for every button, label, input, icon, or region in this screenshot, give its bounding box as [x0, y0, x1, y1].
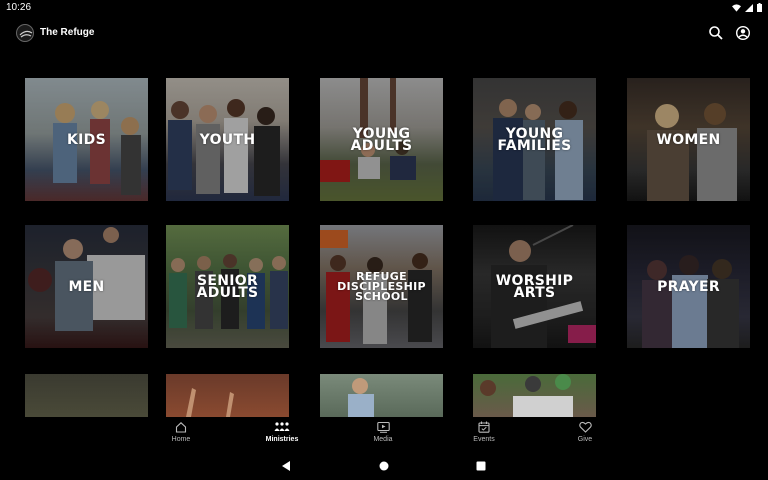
ministry-tile[interactable] — [25, 374, 148, 417]
status-time: 10:26 — [6, 2, 32, 13]
nav-give[interactable]: Give — [555, 421, 615, 453]
system-navigation-bar — [0, 453, 768, 480]
ministry-tile[interactable] — [166, 374, 289, 417]
search-icon[interactable] — [708, 25, 724, 41]
ministry-tile-senior-adults[interactable]: SENIOR ADULTS — [166, 225, 289, 348]
app-title: The Refuge — [40, 27, 95, 38]
media-icon — [376, 421, 390, 433]
battery-icon — [757, 3, 762, 12]
nav-label: Ministries — [265, 436, 299, 443]
ministry-label: WOMEN — [656, 131, 721, 148]
nav-label: Media — [373, 436, 393, 443]
recents-icon[interactable] — [475, 460, 487, 472]
signal-icon — [745, 3, 753, 12]
nav-ministries[interactable]: Ministries — [252, 421, 312, 453]
ministry-tile-worship-arts[interactable]: WORSHIP ARTS — [473, 225, 596, 348]
ministry-tile-young-families[interactable]: YOUNG FAMILIES — [473, 78, 596, 201]
nav-home[interactable]: Home — [151, 421, 211, 453]
status-bar: 10:26 — [0, 0, 768, 16]
ministry-tile-refuge-discipleship-school[interactable]: REFUGE DISCIPLESHIP SCHOOL — [320, 225, 443, 348]
ministry-label: PRAYER — [657, 278, 720, 295]
ministry-tile-youth[interactable]: YOUTH — [166, 78, 289, 201]
ministry-label: WORSHIP ARTS — [495, 272, 574, 301]
ministry-tile-women[interactable]: WOMEN — [627, 78, 750, 201]
ministry-tile[interactable] — [473, 374, 596, 417]
ministry-tile-men[interactable]: MEN — [25, 225, 148, 348]
ministry-label: YOUNG FAMILIES — [497, 125, 572, 154]
church-logo-icon — [16, 24, 34, 42]
ministry-label: MEN — [68, 278, 105, 295]
nav-events[interactable]: Events — [454, 421, 514, 453]
events-icon — [478, 421, 490, 433]
home-circle-icon[interactable] — [378, 460, 390, 472]
nav-label: Events — [473, 436, 495, 443]
account-icon[interactable] — [735, 25, 751, 41]
ministry-tile-kids[interactable]: KIDS — [25, 78, 148, 201]
ministry-label: YOUNG ADULTS — [350, 125, 413, 154]
status-icons — [732, 3, 762, 12]
ministry-tile-prayer[interactable]: PRAYER — [627, 225, 750, 348]
nav-media[interactable]: Media — [353, 421, 413, 453]
ministry-tile-young-adults[interactable]: YOUNG ADULTS — [320, 78, 443, 201]
wifi-icon — [732, 3, 741, 12]
home-icon — [175, 422, 187, 433]
ministries-icon — [274, 422, 290, 431]
heart-icon — [578, 421, 592, 433]
ministry-label: REFUGE DISCIPLESHIP SCHOOL — [337, 269, 426, 303]
ministry-label: YOUTH — [199, 131, 256, 148]
ministry-label: KIDS — [67, 131, 106, 148]
app-bar: The Refuge — [0, 16, 768, 52]
nav-label: Give — [577, 436, 593, 443]
back-icon[interactable] — [280, 460, 292, 472]
ministry-tile[interactable] — [320, 374, 443, 417]
bottom-navigation: Home Ministries Media Events Give — [0, 417, 768, 453]
ministry-label: SENIOR ADULTS — [196, 272, 259, 301]
nav-label: Home — [171, 436, 191, 443]
